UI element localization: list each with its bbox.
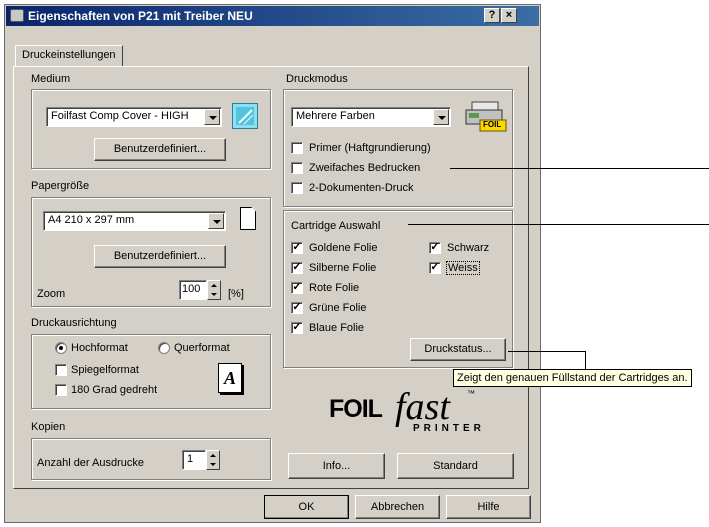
red-label[interactable]: Rote Folie (309, 282, 359, 294)
primer-label[interactable]: Primer (Haftgrundierung) (309, 142, 431, 154)
printer-app-icon (10, 9, 24, 22)
help-title-button[interactable]: ? (484, 8, 500, 23)
blue-checkbox[interactable]: ✓ (291, 322, 303, 334)
zoom-label: Zoom (37, 288, 66, 300)
tab-label: Druckeinstellungen (22, 49, 116, 61)
paper-size-select[interactable]: A4 210 x 297 mm (43, 211, 226, 231)
portrait-radio[interactable] (55, 342, 67, 354)
tooltip-text: Zeigt den genauen Füllstand der Cartridg… (457, 372, 688, 384)
black-label[interactable]: Schwarz (447, 242, 489, 254)
double-print-label[interactable]: Zweifaches Bedrucken (309, 162, 420, 174)
orientation-preview-glyph: A (223, 368, 236, 388)
gold-checkbox[interactable]: ✓ (291, 242, 303, 254)
gold-label[interactable]: Goldene Folie (309, 242, 378, 254)
logo-foil: FOIL (329, 395, 383, 423)
ok-button-label: OK (298, 501, 315, 513)
portrait-label[interactable]: Hochformat (71, 342, 128, 354)
foil-printer-icon: FOIL (464, 100, 508, 134)
help-button[interactable]: Hilfe (446, 495, 531, 519)
copies-spinner[interactable] (206, 450, 220, 470)
spinner-up-icon[interactable] (210, 454, 216, 457)
foil-printer-badge: FOIL (483, 120, 502, 129)
zoom-spinner[interactable] (207, 280, 221, 300)
cartridge-label: Cartridge Auswahl (291, 220, 381, 232)
tab-druckeinstellungen[interactable]: Druckeinstellungen (15, 45, 123, 67)
print-status-button-label: Druckstatus... (424, 343, 492, 355)
print-status-button[interactable]: Druckstatus... (410, 338, 506, 361)
landscape-radio[interactable] (158, 342, 170, 354)
cancel-button[interactable]: Abbrechen (355, 495, 440, 519)
rotate-checkbox[interactable] (55, 384, 67, 396)
silver-checkbox[interactable]: ✓ (291, 262, 303, 274)
copies-input-value: 1 (187, 453, 194, 465)
standard-button-label: Standard (433, 460, 478, 472)
primer-checkbox[interactable] (291, 142, 303, 154)
paper-size-select-value: A4 210 x 297 mm (48, 214, 135, 226)
spinner-down-icon[interactable] (210, 463, 216, 466)
callout-line-double-print (450, 168, 709, 169)
white-checkbox[interactable]: ✓ (429, 262, 441, 274)
foilfast-logo: FOIL fast ™ PRINTER (327, 386, 507, 437)
printmode-dropdown-icon[interactable] (433, 109, 449, 125)
properties-dialog: Eigenschaften von P21 mit Treiber NEU ? … (4, 4, 541, 523)
page-portrait-icon (240, 207, 256, 230)
medium-select[interactable]: Foilfast Comp Cover - HIGH (46, 107, 222, 127)
red-checkbox[interactable]: ✓ (291, 282, 303, 294)
copies-label: Kopien (31, 421, 66, 433)
medium-label: Medium (31, 73, 71, 85)
info-button[interactable]: Info... (288, 453, 385, 479)
logo-tm: ™ (467, 389, 475, 398)
printmode-label: Druckmodus (286, 73, 348, 85)
spinner-down-icon[interactable] (211, 293, 217, 296)
close-button[interactable]: × (501, 8, 517, 23)
medium-dropdown-icon[interactable] (204, 109, 220, 125)
copies-count-label: Anzahl der Ausdrucke (37, 457, 145, 469)
white-label[interactable]: Weiss (446, 261, 480, 275)
paper-custom-button[interactable]: Benutzerdefiniert... (94, 245, 226, 268)
callout-line-cartridge (408, 224, 709, 225)
logo-printer: PRINTER (413, 423, 485, 434)
zoom-input-value: 100 (182, 283, 201, 295)
standard-button[interactable]: Standard (397, 453, 514, 479)
orientation-preview-icon: A (218, 363, 242, 393)
landscape-label[interactable]: Querformat (174, 342, 230, 354)
mirror-checkbox[interactable] (55, 364, 67, 376)
paper-size-dropdown-icon[interactable] (208, 213, 224, 229)
title-bar[interactable]: Eigenschaften von P21 mit Treiber NEU ? … (6, 6, 539, 26)
rotate-label[interactable]: 180 Grad gedreht (71, 384, 157, 396)
printmode-select[interactable]: Mehrere Farben (291, 107, 451, 127)
media-color-swatch-icon (232, 103, 258, 129)
medium-custom-button[interactable]: Benutzerdefiniert... (94, 138, 226, 161)
two-doc-checkbox[interactable] (291, 182, 303, 194)
two-doc-label[interactable]: 2-Dokumenten-Druck (309, 182, 414, 194)
callout-line-status-vertical (585, 351, 586, 371)
help-button-label: Hilfe (477, 501, 500, 513)
mirror-label[interactable]: Spiegelformat (71, 364, 139, 376)
blue-label[interactable]: Blaue Folie (309, 322, 364, 334)
printmode-select-value: Mehrere Farben (296, 110, 375, 122)
black-checkbox[interactable]: ✓ (429, 242, 441, 254)
info-button-label: Info... (322, 460, 351, 472)
green-label[interactable]: Grüne Folie (309, 302, 366, 314)
green-checkbox[interactable]: ✓ (291, 302, 303, 314)
double-print-checkbox[interactable] (291, 162, 303, 174)
zoom-input[interactable]: 100 (179, 280, 207, 300)
medium-select-value: Foilfast Comp Cover - HIGH (51, 110, 189, 122)
medium-custom-button-label: Benutzerdefiniert... (113, 143, 207, 155)
spinner-up-icon[interactable] (211, 284, 217, 287)
silver-label[interactable]: Silberne Folie (309, 262, 376, 274)
paper-custom-button-label: Benutzerdefiniert... (113, 250, 207, 262)
print-status-tooltip: Zeigt den genauen Füllstand der Cartridg… (453, 369, 692, 387)
paper-size-label: Papergröße (31, 180, 90, 192)
copies-input[interactable]: 1 (182, 450, 206, 470)
zoom-unit: [%] (228, 288, 244, 300)
window-title: Eigenschaften von P21 mit Treiber NEU (28, 9, 253, 23)
ok-button[interactable]: OK (264, 495, 349, 519)
callout-line-status (508, 351, 586, 352)
cancel-button-label: Abbrechen (370, 501, 425, 513)
orientation-label: Druckausrichtung (31, 317, 117, 329)
